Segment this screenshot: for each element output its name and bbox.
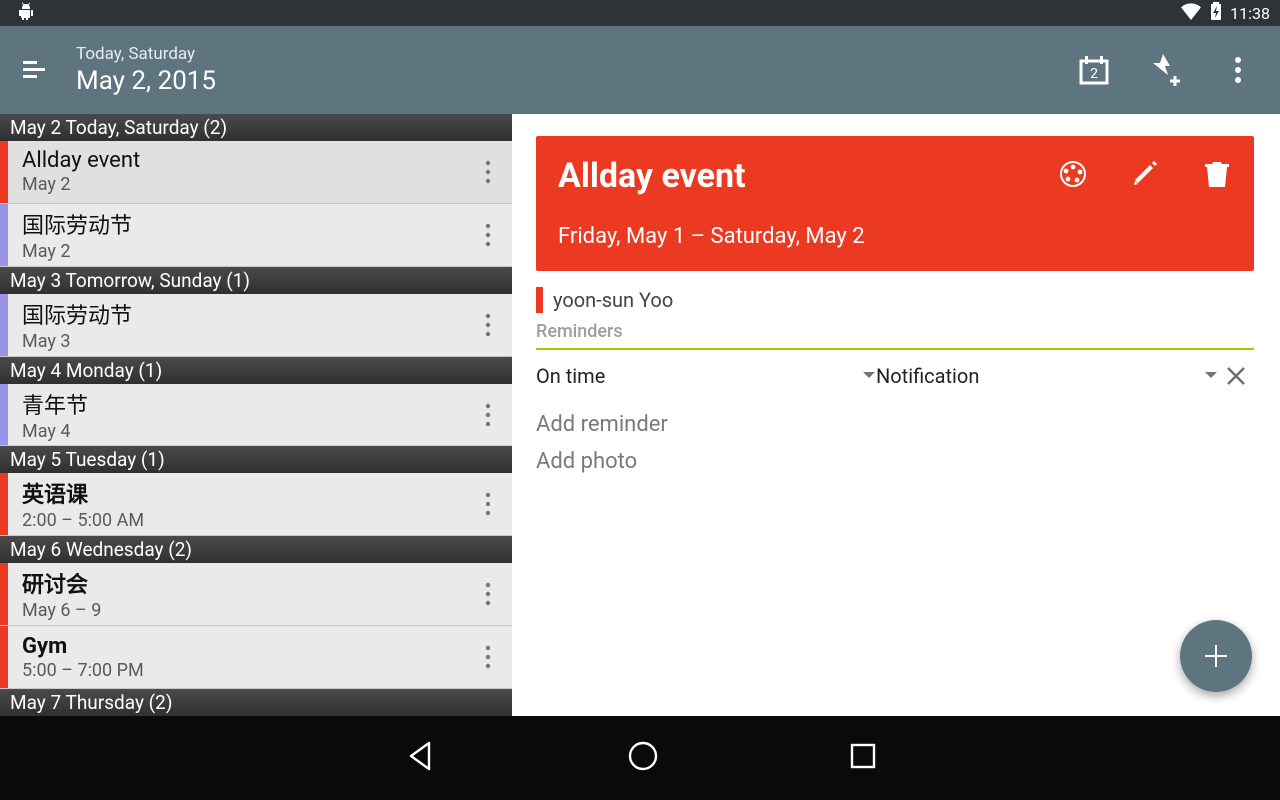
reminder-type-value: Notification: [876, 364, 1204, 388]
svg-text:2: 2: [1090, 66, 1098, 82]
reminder-time-dropdown[interactable]: On time: [536, 364, 876, 388]
app-header: Today, Saturday May 2, 2015 2: [0, 26, 1280, 114]
color-picker-button[interactable]: [1058, 159, 1088, 193]
event-more-button[interactable]: [464, 645, 512, 669]
event-more-button[interactable]: [464, 403, 512, 427]
fab-add-button[interactable]: [1180, 620, 1252, 692]
day-header: May 6 Wednesday (2): [0, 536, 512, 563]
event-row[interactable]: 国际劳动节May 3: [0, 294, 512, 357]
status-time: 11:38: [1230, 4, 1270, 23]
owner-color-swatch: [536, 287, 543, 313]
day-header: May 4 Monday (1): [0, 357, 512, 384]
battery-charging-icon: [1210, 2, 1222, 24]
android-logo-icon: [18, 2, 34, 24]
event-color-swatch: [0, 294, 8, 356]
goto-today-button[interactable]: 2: [1072, 48, 1116, 92]
header-subtitle: Today, Saturday: [76, 44, 1072, 64]
event-text: 研讨会May 6 – 9: [8, 567, 464, 621]
event-color-swatch: [0, 141, 8, 203]
event-more-button[interactable]: [464, 582, 512, 606]
event-title: 英语课: [22, 477, 464, 509]
wifi-icon: [1180, 2, 1202, 24]
event-time: 5:00 – 7:00 PM: [22, 660, 464, 681]
event-time: May 6 – 9: [22, 600, 464, 621]
chevron-down-icon: [1204, 371, 1218, 381]
android-status-bar: 11:38: [0, 0, 1280, 26]
plus-icon: [1201, 641, 1231, 671]
android-nav-bar: [0, 716, 1280, 800]
event-more-button[interactable]: [464, 223, 512, 247]
event-color-swatch: [0, 473, 8, 535]
event-title: 青年节: [22, 388, 464, 420]
event-time: May 2: [22, 174, 464, 195]
menu-button[interactable]: [14, 61, 54, 79]
recent-apps-button[interactable]: [849, 742, 877, 774]
close-icon: [1225, 365, 1247, 387]
event-row[interactable]: Allday eventMay 2: [0, 141, 512, 204]
event-row[interactable]: Gym5:00 – 7:00 PM: [0, 626, 512, 689]
event-more-button[interactable]: [464, 160, 512, 184]
event-title: 国际劳动节: [22, 298, 464, 330]
event-title: 国际劳动节: [22, 208, 464, 240]
back-button[interactable]: [403, 739, 437, 777]
day-header: May 3 Tomorrow, Sunday (1): [0, 267, 512, 294]
event-text: 英语课2:00 – 5:00 AM: [8, 477, 464, 531]
event-time: May 3: [22, 331, 464, 352]
section-divider: [536, 348, 1254, 350]
event-more-button[interactable]: [464, 313, 512, 337]
reminder-time-value: On time: [536, 364, 862, 388]
overflow-menu-button[interactable]: [1216, 48, 1260, 92]
event-date-range: Friday, May 1 – Saturday, May 2: [558, 224, 1232, 249]
event-text: Allday eventMay 2: [8, 148, 464, 195]
owner-name: yoon-sun Yoo: [553, 288, 673, 312]
event-time: May 2: [22, 241, 464, 262]
remove-reminder-button[interactable]: [1218, 365, 1254, 387]
reminder-row: On time Notification: [536, 364, 1254, 388]
day-header: May 7 Thursday (2): [0, 689, 512, 716]
home-button[interactable]: [627, 740, 659, 776]
event-title: Gym: [22, 634, 464, 659]
chevron-down-icon: [862, 371, 876, 381]
event-color-swatch: [0, 626, 8, 688]
event-time: 2:00 – 5:00 AM: [22, 510, 464, 531]
event-text: 国际劳动节May 2: [8, 208, 464, 262]
event-text: 国际劳动节May 3: [8, 298, 464, 352]
event-text: Gym5:00 – 7:00 PM: [8, 634, 464, 681]
agenda-list[interactable]: May 2 Today, Saturday (2)Allday eventMay…: [0, 114, 512, 716]
event-color-swatch: [0, 204, 8, 266]
quick-add-button[interactable]: [1144, 48, 1188, 92]
event-row[interactable]: 研讨会May 6 – 9: [0, 563, 512, 626]
delete-button[interactable]: [1204, 159, 1230, 193]
day-header: May 5 Tuesday (1): [0, 446, 512, 473]
event-row[interactable]: 英语课2:00 – 5:00 AM: [0, 473, 512, 536]
event-color-swatch: [0, 563, 8, 625]
event-detail-panel: Allday event Friday, May 1 – Saturday, M…: [512, 114, 1280, 716]
event-title: Allday event: [558, 156, 1058, 196]
content-area: May 2 Today, Saturday (2)Allday eventMay…: [0, 114, 1280, 716]
day-header: May 2 Today, Saturday (2): [0, 114, 512, 141]
reminder-type-dropdown[interactable]: Notification: [876, 364, 1218, 388]
event-row[interactable]: 国际劳动节May 2: [0, 204, 512, 267]
event-time: May 4: [22, 421, 464, 442]
calendar-owner-row: yoon-sun Yoo: [536, 287, 1254, 313]
event-more-button[interactable]: [464, 492, 512, 516]
add-reminder-button[interactable]: Add reminder: [536, 412, 1254, 437]
header-title-block[interactable]: Today, Saturday May 2, 2015: [76, 44, 1072, 96]
header-title: May 2, 2015: [76, 66, 1072, 96]
event-color-swatch: [0, 384, 8, 446]
event-header-card: Allday event Friday, May 1 – Saturday, M…: [536, 136, 1254, 271]
edit-button[interactable]: [1132, 159, 1160, 193]
event-title: 研讨会: [22, 567, 464, 599]
event-row[interactable]: 青年节May 4: [0, 384, 512, 447]
add-photo-button[interactable]: Add photo: [536, 449, 1254, 474]
event-text: 青年节May 4: [8, 388, 464, 442]
event-title: Allday event: [22, 148, 464, 173]
reminders-section-label: Reminders: [536, 321, 1254, 342]
